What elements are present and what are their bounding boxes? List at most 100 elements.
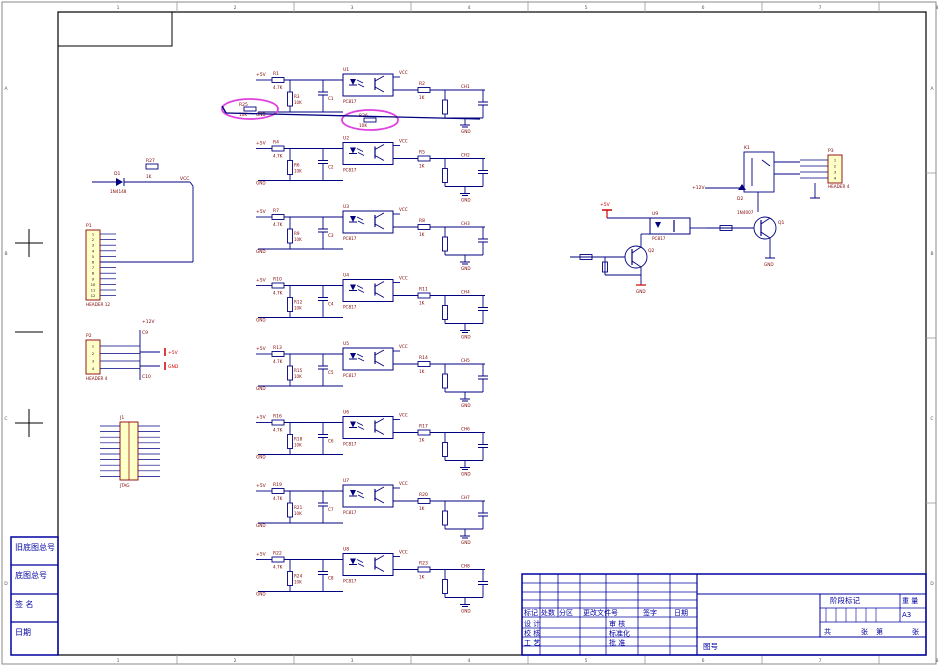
value-res-pd: 10K	[294, 580, 302, 585]
opto-led	[350, 147, 356, 154]
resistor-in	[271, 351, 285, 357]
value-res-pd: 10K	[294, 511, 302, 516]
count-sheet: 张	[861, 627, 868, 636]
net-label-in: +5V	[256, 483, 267, 489]
net-label-out: CH2	[461, 153, 470, 158]
net-label-gnd: GND	[764, 262, 774, 267]
resistor-out	[417, 87, 431, 93]
net-label-out: CH8	[461, 564, 470, 569]
resistor-out-pd	[442, 99, 448, 115]
highlight-ellipse	[221, 98, 279, 120]
resistor-pd	[287, 502, 293, 518]
ruler-number: 3	[351, 5, 354, 11]
channel-3: +5V R7 4.7K R910K C3 GND U3 PC817 VCC R8 1K CH3 GND	[256, 204, 488, 271]
opto-u9-ref: U9	[652, 211, 658, 217]
net-label-vcc: VCC	[399, 344, 408, 349]
value-res-pd: 10K	[294, 169, 302, 174]
ref-res-out: R20	[419, 492, 428, 498]
net-label-gnd: GND	[256, 318, 266, 323]
opto-collector	[374, 486, 385, 493]
pin-number: 10	[91, 283, 95, 287]
net-label-out: CH7	[461, 495, 470, 500]
net-label-in: +5V	[256, 72, 267, 78]
ruler-number: 4	[468, 658, 471, 664]
connector-p1-ref: P1	[86, 223, 92, 229]
opto-arrow	[357, 563, 365, 567]
left-strip-label: 签 名	[15, 599, 34, 609]
ref-res-in: R7	[273, 208, 279, 214]
resistor-pd	[287, 297, 293, 312]
connector-p1-value: HEADER 12	[86, 302, 110, 307]
net-label-gnd: GND	[256, 181, 266, 186]
revision-header: 更改文件号	[583, 608, 618, 617]
opto-collector	[374, 418, 385, 424]
ref-cap: C2	[328, 165, 334, 170]
resistor-out	[417, 429, 431, 436]
resistor	[145, 163, 159, 170]
resistor-out	[417, 292, 431, 299]
value-res-pd: 10K	[294, 306, 302, 311]
opto-emitter	[374, 566, 385, 572]
role-mid: 审 核	[609, 619, 625, 628]
relay-ref: K1	[744, 145, 750, 151]
ref-res-in: R13	[273, 345, 282, 351]
ref-res-out: R14	[419, 355, 428, 361]
ref-res-out: R17	[419, 424, 428, 430]
net-label-gnd-out: GND	[461, 266, 471, 271]
resistor-out-pd	[442, 168, 448, 183]
connector-p3-value: HEADER 4	[828, 184, 850, 189]
role-mid: 批 准	[609, 638, 625, 647]
revision-header: 标记	[524, 608, 538, 617]
value-res-in: 4.7K	[273, 291, 283, 296]
pin-number: 1	[92, 233, 94, 237]
opto-led	[350, 353, 356, 359]
pin-number: 12	[91, 294, 95, 298]
opto-arrow	[356, 490, 364, 495]
opto-arrow	[357, 83, 365, 88]
pin-number: 8	[92, 272, 94, 276]
resistor-pd	[287, 228, 293, 244]
resistor-pd	[287, 434, 293, 449]
net-label-vcc: VCC	[399, 413, 408, 418]
resistor-out-pd	[442, 373, 448, 389]
resistor-in	[271, 145, 285, 152]
opto-arrow	[357, 289, 365, 293]
value-res-out: 1K	[419, 95, 425, 100]
connector-p3-ref: P3	[828, 148, 834, 154]
channel-8: +5V R22 4.7K R2410K C8 GND U8 PC817 VCC R23 1K CH8 G…	[256, 547, 488, 614]
connector-jtag-value: JTAG	[119, 483, 130, 488]
resistor-pd	[287, 571, 293, 586]
resistor-pd	[287, 365, 293, 381]
connector-jtag-ref: J1	[119, 415, 124, 421]
count-no: 第	[876, 627, 883, 636]
value-opto: PC817	[343, 442, 357, 447]
ruler-letter: D	[4, 581, 8, 587]
net-label-power: GND	[168, 364, 179, 370]
opto-arrow	[356, 422, 364, 426]
transistor-emitter	[631, 260, 642, 268]
ruler-number: 2	[234, 5, 237, 11]
ref-res-in: R10	[273, 277, 282, 283]
opto-collector	[374, 281, 385, 287]
ref-res-pd: R6	[294, 163, 300, 168]
pin-number: 3	[92, 360, 94, 364]
left-strip-label: 旧底图总号	[15, 542, 55, 552]
pin-number: 5	[92, 255, 94, 259]
top-left-cartouche	[57, 11, 173, 47]
net-label-vcc: VCC	[399, 550, 408, 555]
ruler-number: 1	[117, 658, 120, 664]
ref-cap: C3	[328, 233, 334, 238]
ruler-number: 1	[117, 5, 120, 11]
opto-arrow	[357, 357, 365, 362]
ref-opto: U5	[343, 341, 349, 347]
registration-marks	[15, 229, 43, 437]
ref-opto: U2	[343, 136, 349, 142]
left-components: D11N4148R271KVCC123456789101112P1HEADER …	[85, 158, 194, 488]
net-label-power: +5V	[168, 350, 179, 356]
diode-symbol	[116, 178, 123, 186]
resistor-value: 1K	[146, 174, 152, 179]
role-left: 工 艺	[524, 639, 540, 647]
value-res-in: 4.7K	[273, 565, 283, 570]
value-opto: PC817	[343, 579, 357, 584]
resistor-out-pd	[442, 510, 448, 526]
